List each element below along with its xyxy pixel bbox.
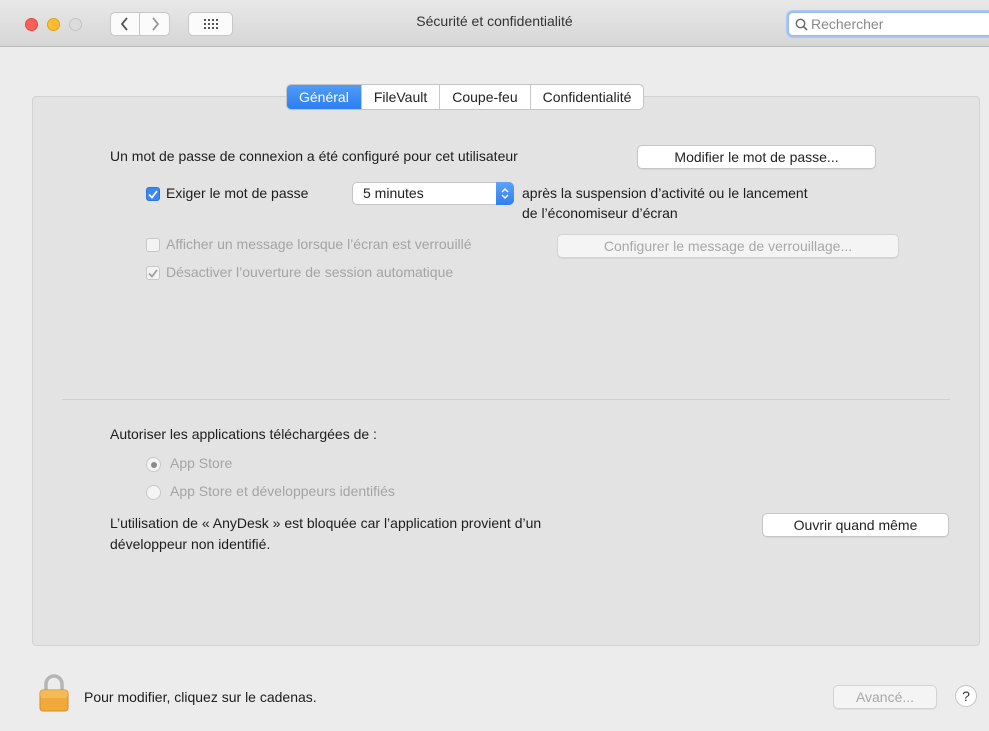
show-message-checkbox[interactable] xyxy=(146,238,160,252)
blocked-app-text-2: développeur non identifié. xyxy=(110,536,271,552)
tab-bar: Général FileVault Coupe-feu Confidential… xyxy=(286,84,645,110)
open-anyway-button[interactable]: Ouvrir quand même xyxy=(762,513,949,537)
disable-autologin-checkbox[interactable] xyxy=(146,266,160,280)
lock-hint-text: Pour modifier, cliquez sur le cadenas. xyxy=(84,689,317,705)
downloads-heading: Autoriser les applications téléchargées … xyxy=(110,426,377,442)
blocked-app-text: L’utilisation de « AnyDesk » est bloquée… xyxy=(110,515,542,531)
tab-privacy[interactable]: Confidentialité xyxy=(531,85,644,109)
require-password-suffix: après la suspension d’activité ou le lan… xyxy=(522,185,808,201)
tab-general[interactable]: Général xyxy=(287,85,362,109)
change-password-button[interactable]: Modifier le mot de passe... xyxy=(637,145,876,169)
search-field[interactable]: Rechercher xyxy=(788,12,989,36)
search-icon xyxy=(795,18,808,31)
updown-arrows-icon xyxy=(496,182,514,205)
advanced-button[interactable]: Avancé... xyxy=(833,685,937,709)
tab-firewall[interactable]: Coupe-feu xyxy=(440,85,531,109)
radio-app-store-identified[interactable] xyxy=(146,485,161,500)
radio-app-store[interactable] xyxy=(146,457,161,472)
section-divider xyxy=(62,399,950,400)
require-password-checkbox[interactable] xyxy=(146,187,160,201)
content-panel xyxy=(32,96,980,646)
require-password-label: Exiger le mot de passe xyxy=(166,185,309,201)
tab-filevault[interactable]: FileVault xyxy=(362,85,441,109)
help-button[interactable]: ? xyxy=(955,685,977,707)
radio-app-store-label: App Store xyxy=(170,455,233,471)
require-password-delay-select[interactable]: 5 minutes xyxy=(352,182,514,205)
set-lock-message-button[interactable]: Configurer le message de verrouillage... xyxy=(557,234,899,258)
title-bar: Sécurité et confidentialité Rechercher xyxy=(0,0,989,47)
search-placeholder: Rechercher xyxy=(811,16,884,32)
radio-app-store-identified-label: App Store et développeurs identifiés xyxy=(170,483,395,499)
lock-icon[interactable] xyxy=(38,674,70,715)
disable-autologin-label: Désactiver l’ouverture de session automa… xyxy=(166,264,454,280)
checkmark-icon xyxy=(148,269,158,278)
require-password-delay-value: 5 minutes xyxy=(363,185,424,201)
checkmark-icon xyxy=(148,189,158,199)
password-set-text: Un mot de passe de connexion a été confi… xyxy=(110,148,518,164)
require-password-suffix-2: de l’économiseur d’écran xyxy=(522,205,678,221)
show-message-label: Afficher un message lorsque l’écran est … xyxy=(166,236,472,252)
